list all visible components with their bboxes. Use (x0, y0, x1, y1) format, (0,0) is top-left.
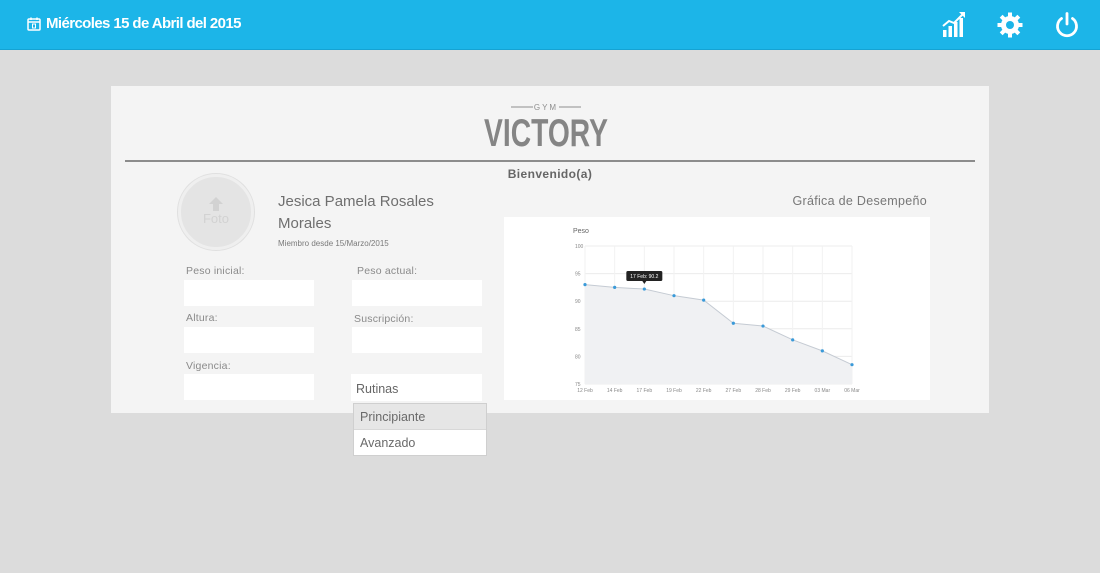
gym-victory-logo: GYM VICTORY (481, 100, 611, 152)
suscripcion-label: Suscripción: (354, 313, 414, 325)
vigencia-input[interactable] (184, 374, 314, 400)
stats-icon (942, 12, 965, 37)
settings-button[interactable] (996, 11, 1024, 39)
y-tick-label: 100 (575, 244, 584, 250)
profile-card: GYM VICTORY Bienvenido(a) Foto Jesica Pa… (111, 86, 989, 413)
y-tick-label: 90 (575, 299, 581, 305)
member-since: Miembro desde 15/Marzo/2015 (278, 239, 389, 248)
peso-inicial-input[interactable] (184, 280, 314, 306)
data-point (850, 363, 854, 367)
x-tick-label: 17 Feb (637, 388, 653, 394)
gear-icon (997, 12, 1023, 38)
data-point (731, 321, 735, 325)
chart-tooltip-text: 17 Feb: 90.2 (630, 274, 658, 280)
date-display: Miércoles 15 de Abril del 2015 (27, 15, 241, 32)
calendar-icon (27, 17, 41, 31)
data-point (613, 285, 617, 289)
dropdown-option-avanzado[interactable]: Avanzado (354, 430, 486, 456)
performance-chart: Peso 75 80 85 90 95 100 12 Feb 14 Feb 17 Feb 19 Fe… (504, 217, 930, 400)
svg-text:GYM: GYM (534, 103, 558, 112)
data-point (642, 287, 646, 291)
data-point (583, 283, 587, 287)
welcome-text: Bienvenido(a) (507, 167, 593, 181)
header-divider (125, 160, 975, 162)
photo-upload[interactable]: Foto (178, 174, 254, 250)
chart-tooltip-arrow (642, 281, 647, 285)
x-tick-label: 22 Feb (696, 388, 712, 394)
data-point (672, 294, 676, 298)
dropdown-option-principiante[interactable]: Principiante (354, 404, 486, 430)
performance-chart-svg: Peso758085909510012 Feb 14 Feb 17 Feb 19 Fe… (573, 228, 860, 394)
current-date: Miércoles 15 de Abril del 2015 (46, 15, 241, 32)
y-tick-label: 80 (575, 354, 581, 360)
data-point (820, 349, 824, 353)
power-icon (1056, 12, 1078, 38)
svg-text:VICTORY: VICTORY (484, 112, 608, 152)
y-tick-label: 85 (575, 327, 581, 333)
chart-title: Gráfica de Desempeño (792, 194, 927, 208)
peso-actual-input[interactable] (352, 280, 482, 306)
vigencia-label: Vigencia: (186, 360, 231, 372)
data-point (791, 338, 795, 342)
peso-inicial-label: Peso inicial: (186, 265, 245, 277)
peso-actual-label: Peso actual: (357, 265, 418, 277)
logout-button[interactable] (1053, 11, 1081, 39)
stats-button[interactable] (940, 11, 968, 39)
x-tick-label: 14 Feb (607, 388, 623, 394)
series-area (585, 284, 852, 384)
suscripcion-input[interactable] (352, 327, 482, 353)
altura-input[interactable] (184, 327, 314, 353)
rutinas-dropdown: Principiante Avanzado (353, 403, 487, 456)
y-axis-label: Peso (573, 228, 589, 235)
x-tick-label: 27 Feb (726, 388, 742, 394)
user-name: Jesica Pamela Rosales Morales (278, 193, 434, 232)
photo-label: Foto (202, 211, 229, 226)
top-bar: Miércoles 15 de Abril del 2015 (0, 0, 1100, 50)
x-tick-label: 12 Feb (577, 388, 593, 394)
upload-arrow-icon (209, 197, 223, 211)
x-tick-label: 03 Mar (815, 388, 831, 394)
x-tick-label: 28 Feb (755, 388, 771, 394)
data-point (702, 298, 706, 302)
y-tick-label: 95 (575, 272, 581, 278)
x-tick-label: 29 Feb (785, 388, 801, 394)
rutinas-select[interactable]: Rutinas (351, 374, 482, 401)
data-point (761, 324, 765, 328)
x-tick-label: 19 Feb (666, 388, 682, 394)
altura-label: Altura: (186, 312, 218, 324)
x-tick-label: 06 Mar (844, 388, 860, 394)
